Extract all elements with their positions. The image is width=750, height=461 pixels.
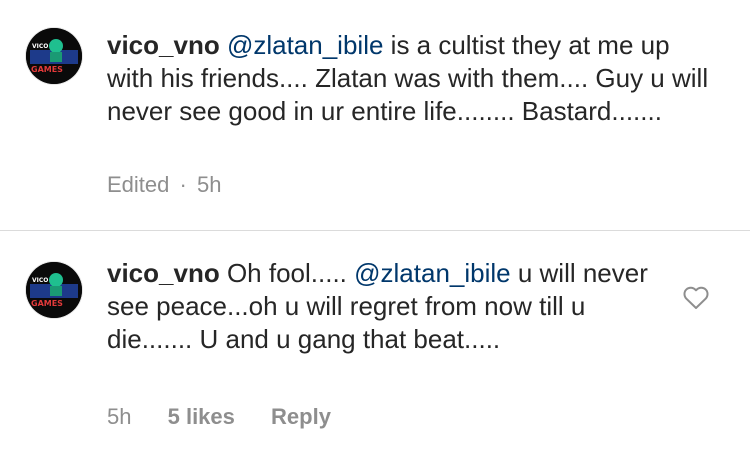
svg-text:VICO: VICO: [32, 43, 48, 50]
mention-link[interactable]: @zlatan_ibile: [354, 258, 510, 288]
comment-text: vico_vno Oh fool..... @zlatan_ibile u wi…: [107, 257, 657, 356]
avatar-image: VICO GAMES: [26, 262, 82, 318]
mention-link[interactable]: @zlatan_ibile: [227, 30, 383, 60]
likes-count[interactable]: 5 likes: [168, 404, 235, 429]
comment-text: vico_vno @zlatan_ibile is a cultist they…: [107, 29, 717, 128]
avatar[interactable]: VICO GAMES: [26, 262, 82, 318]
reply-button[interactable]: Reply: [271, 404, 331, 429]
comment-body-prefix: Oh fool.....: [226, 258, 355, 288]
timestamp: 5h: [196, 172, 222, 197]
comment-meta: Edited · 5h: [107, 172, 251, 198]
svg-text:VICO: VICO: [32, 277, 48, 284]
timestamp: 5h: [107, 404, 132, 429]
meta-separator: ·: [179, 172, 187, 197]
avatar[interactable]: VICO GAMES: [26, 28, 82, 84]
comment-meta: 5h 5 likes Reply: [107, 404, 361, 430]
comment-item: VICO GAMES vico_vno Oh fool..... @zlatan…: [0, 231, 750, 461]
comment-item: VICO GAMES vico_vno @zlatan_ibile is a c…: [0, 0, 750, 230]
avatar-image: VICO GAMES: [26, 28, 82, 84]
edited-label: Edited: [107, 172, 170, 197]
username[interactable]: vico_vno: [107, 30, 220, 60]
svg-text:GAMES: GAMES: [31, 65, 63, 74]
svg-text:GAMES: GAMES: [31, 299, 63, 308]
heart-outline-icon[interactable]: [683, 286, 709, 310]
username[interactable]: vico_vno: [107, 258, 220, 288]
